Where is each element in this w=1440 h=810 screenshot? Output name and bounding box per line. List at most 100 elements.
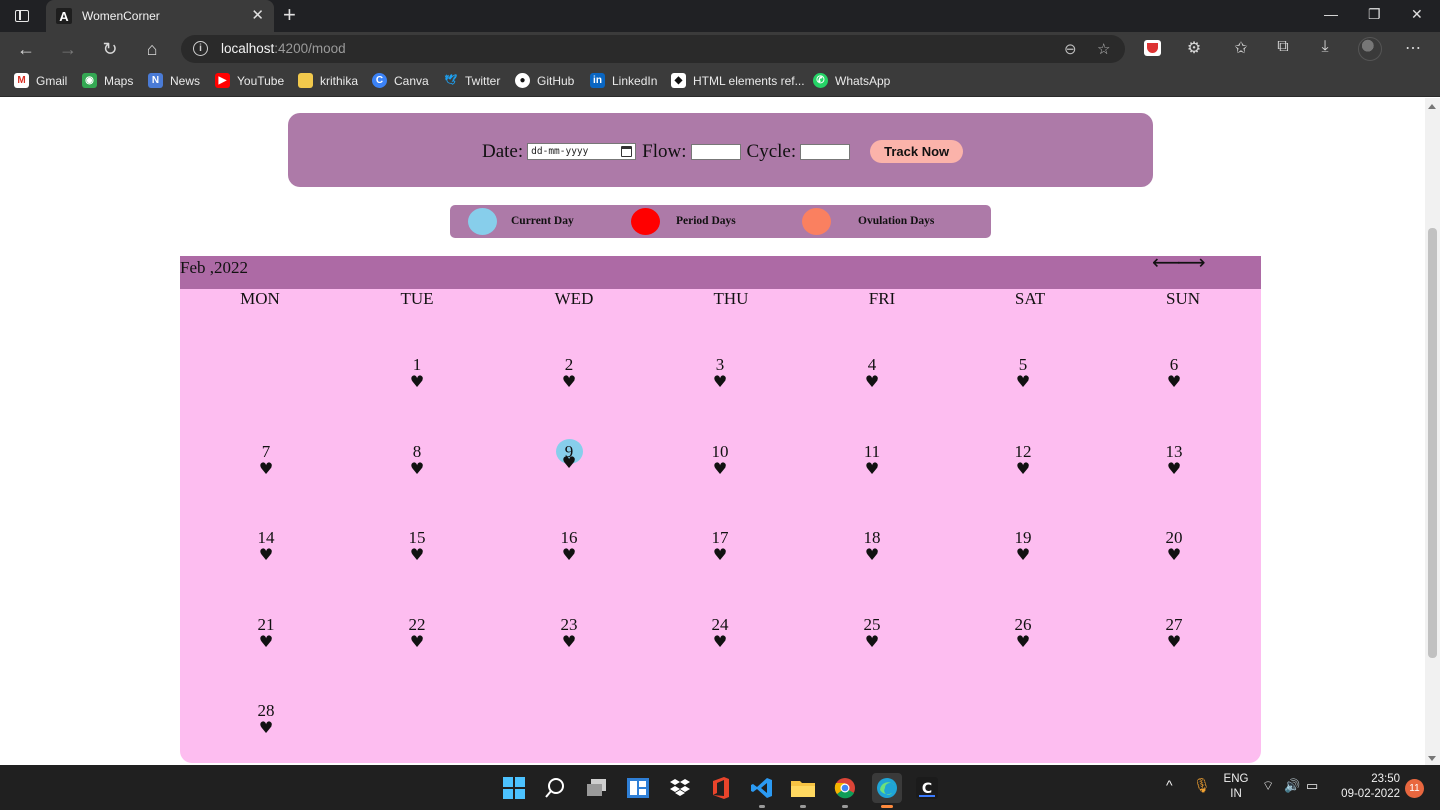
search-icon[interactable] [542,775,568,801]
profile-avatar[interactable] [1358,37,1382,61]
calendar-day[interactable]: 7 ♥ [246,443,286,477]
weekday-fri: FRI [868,289,896,308]
bookmark-gmail[interactable]: M Gmail [14,73,67,88]
calendar-day[interactable]: 2 ♥ [549,356,589,390]
minimize-icon[interactable]: — [1324,6,1338,22]
close-tab-icon[interactable]: ✕ [251,8,264,24]
volume-icon[interactable]: 🔊 [1284,778,1300,793]
calendar-day-current[interactable]: 9 ♥ [549,439,589,471]
calendar-day[interactable]: 28 ♥ [246,702,286,736]
extensions-icon[interactable]: ⚙ [1183,38,1205,58]
scroll-down-icon[interactable] [1428,756,1436,761]
close-window-icon[interactable]: ✕ [1411,6,1423,23]
back-icon[interactable]: ← [14,38,38,60]
home-icon[interactable]: ⌂ [140,38,164,60]
track-now-button[interactable]: Track Now [870,140,964,163]
heart-icon: ♥ [1015,372,1031,391]
pocket-extension-icon[interactable] [1144,40,1161,56]
page-scrollbar[interactable] [1425,98,1440,765]
calendar-picker-icon[interactable] [621,146,633,157]
site-info-icon[interactable]: i [193,41,208,56]
calendar-day[interactable]: 23 ♥ [549,616,589,650]
calendar-day[interactable]: 16 ♥ [549,529,589,563]
restore-icon[interactable]: ❐ [1368,6,1381,23]
next-month-icon[interactable]: ⟶ [1177,250,1206,274]
address-field[interactable]: i localhost:4200/mood ⊖ ☆ [181,35,1125,63]
heart-icon: ♥ [409,545,425,564]
language-indicator[interactable]: ENG IN [1222,772,1250,802]
cycle-input[interactable] [800,143,851,160]
bookmark-maps[interactable]: ◉ Maps [82,73,133,88]
edge-icon[interactable] [872,773,902,803]
calendar-day[interactable]: 5 ♥ [1003,356,1043,390]
calendar-day[interactable]: 22 ♥ [397,616,437,650]
calendar-day[interactable]: 20 ♥ [1154,529,1194,563]
clock[interactable]: 23:50 09-02-2022 [1334,772,1400,802]
calendar-day[interactable]: 6 ♥ [1154,356,1194,390]
chrome-running-indicator [842,805,848,808]
calendar-day[interactable]: 21 ♥ [246,616,286,650]
favorites-icon[interactable]: ✩ [1230,38,1252,58]
start-icon[interactable] [501,775,527,801]
new-tab-icon[interactable]: + [283,4,296,26]
downloads-icon[interactable]: ⤓ [1314,38,1336,56]
bookmark-canva[interactable]: C Canva [372,73,429,88]
office-icon[interactable] [708,775,734,801]
bookmark-news[interactable]: N News [148,73,200,88]
calendar-day[interactable]: 4 ♥ [852,356,892,390]
tab-actions-icon[interactable] [10,6,34,26]
bookmark-github[interactable]: ● GitHub [515,73,574,88]
calendar-day[interactable]: 3 ♥ [700,356,740,390]
vscode-icon[interactable] [749,775,775,801]
calendar-day[interactable]: 1 ♥ [397,356,437,390]
calendar-day[interactable]: 15 ♥ [397,529,437,563]
calendar-day[interactable]: 27 ♥ [1154,616,1194,650]
calendar-day[interactable]: 24 ♥ [700,616,740,650]
file-explorer-icon[interactable] [790,775,816,801]
refresh-icon[interactable]: ↻ [98,38,122,60]
scroll-thumb[interactable] [1428,228,1437,658]
zoom-icon[interactable]: ⊖ [1064,40,1077,58]
clipchamp-icon[interactable]: C [914,775,940,801]
bookmark-html-elements[interactable]: ◆ HTML elements ref... [671,73,805,88]
calendar-day[interactable]: 8 ♥ [397,443,437,477]
tray-chevron-icon[interactable]: ^ [1166,778,1173,793]
bookmark-krithika[interactable]: krithika [298,73,358,88]
dropbox-icon[interactable] [667,775,693,801]
explorer-running-indicator [800,805,806,808]
flow-input[interactable] [690,143,741,160]
forward-icon[interactable]: → [56,38,80,60]
calendar-day[interactable]: 26 ♥ [1003,616,1043,650]
tracker-row: Date: dd-mm-yyyy Flow: Cycle: Track Now [482,140,964,163]
battery-icon[interactable]: ▭ [1306,778,1318,793]
scroll-up-icon[interactable] [1428,104,1436,109]
collections-icon[interactable]: ⧉ [1272,38,1294,56]
more-icon[interactable]: ⋯ [1402,38,1424,58]
date-input[interactable]: dd-mm-yyyy [527,143,637,160]
calendar-day[interactable]: 19 ♥ [1003,529,1043,563]
widgets-icon[interactable] [625,775,651,801]
chrome-icon[interactable] [832,775,858,801]
browser-tab[interactable]: A WomenCorner ✕ [46,0,274,32]
calendar-day[interactable]: 25 ♥ [852,616,892,650]
task-view-icon[interactable] [584,775,610,801]
bookmark-twitter[interactable]: 🕊 Twitter [443,73,500,88]
twitter-icon: 🕊 [444,75,457,86]
bookmark-whatsapp[interactable]: ✆ WhatsApp [813,73,890,88]
calendar-day[interactable]: 17 ♥ [700,529,740,563]
calendar-day[interactable]: 14 ♥ [246,529,286,563]
add-favorite-icon[interactable]: ☆ [1097,40,1110,58]
calendar-day[interactable]: 11 ♥ [852,443,892,477]
wifi-icon[interactable]: ⌔ [1262,778,1274,793]
bookmark-label: GitHub [537,73,575,88]
bookmark-linkedin[interactable]: in LinkedIn [590,73,657,88]
calendar-day[interactable]: 13 ♥ [1154,443,1194,477]
current-day-swatch [468,208,497,235]
bookmark-label: LinkedIn [612,73,658,88]
notification-badge[interactable]: 11 [1405,779,1424,798]
bookmark-youtube[interactable]: ▶ YouTube [215,73,284,88]
calendar-day[interactable]: 12 ♥ [1003,443,1043,477]
calendar-day[interactable]: 10 ♥ [700,443,740,477]
calendar-day[interactable]: 18 ♥ [852,529,892,563]
microphone-icon[interactable]: 🎙 [1193,778,1211,793]
